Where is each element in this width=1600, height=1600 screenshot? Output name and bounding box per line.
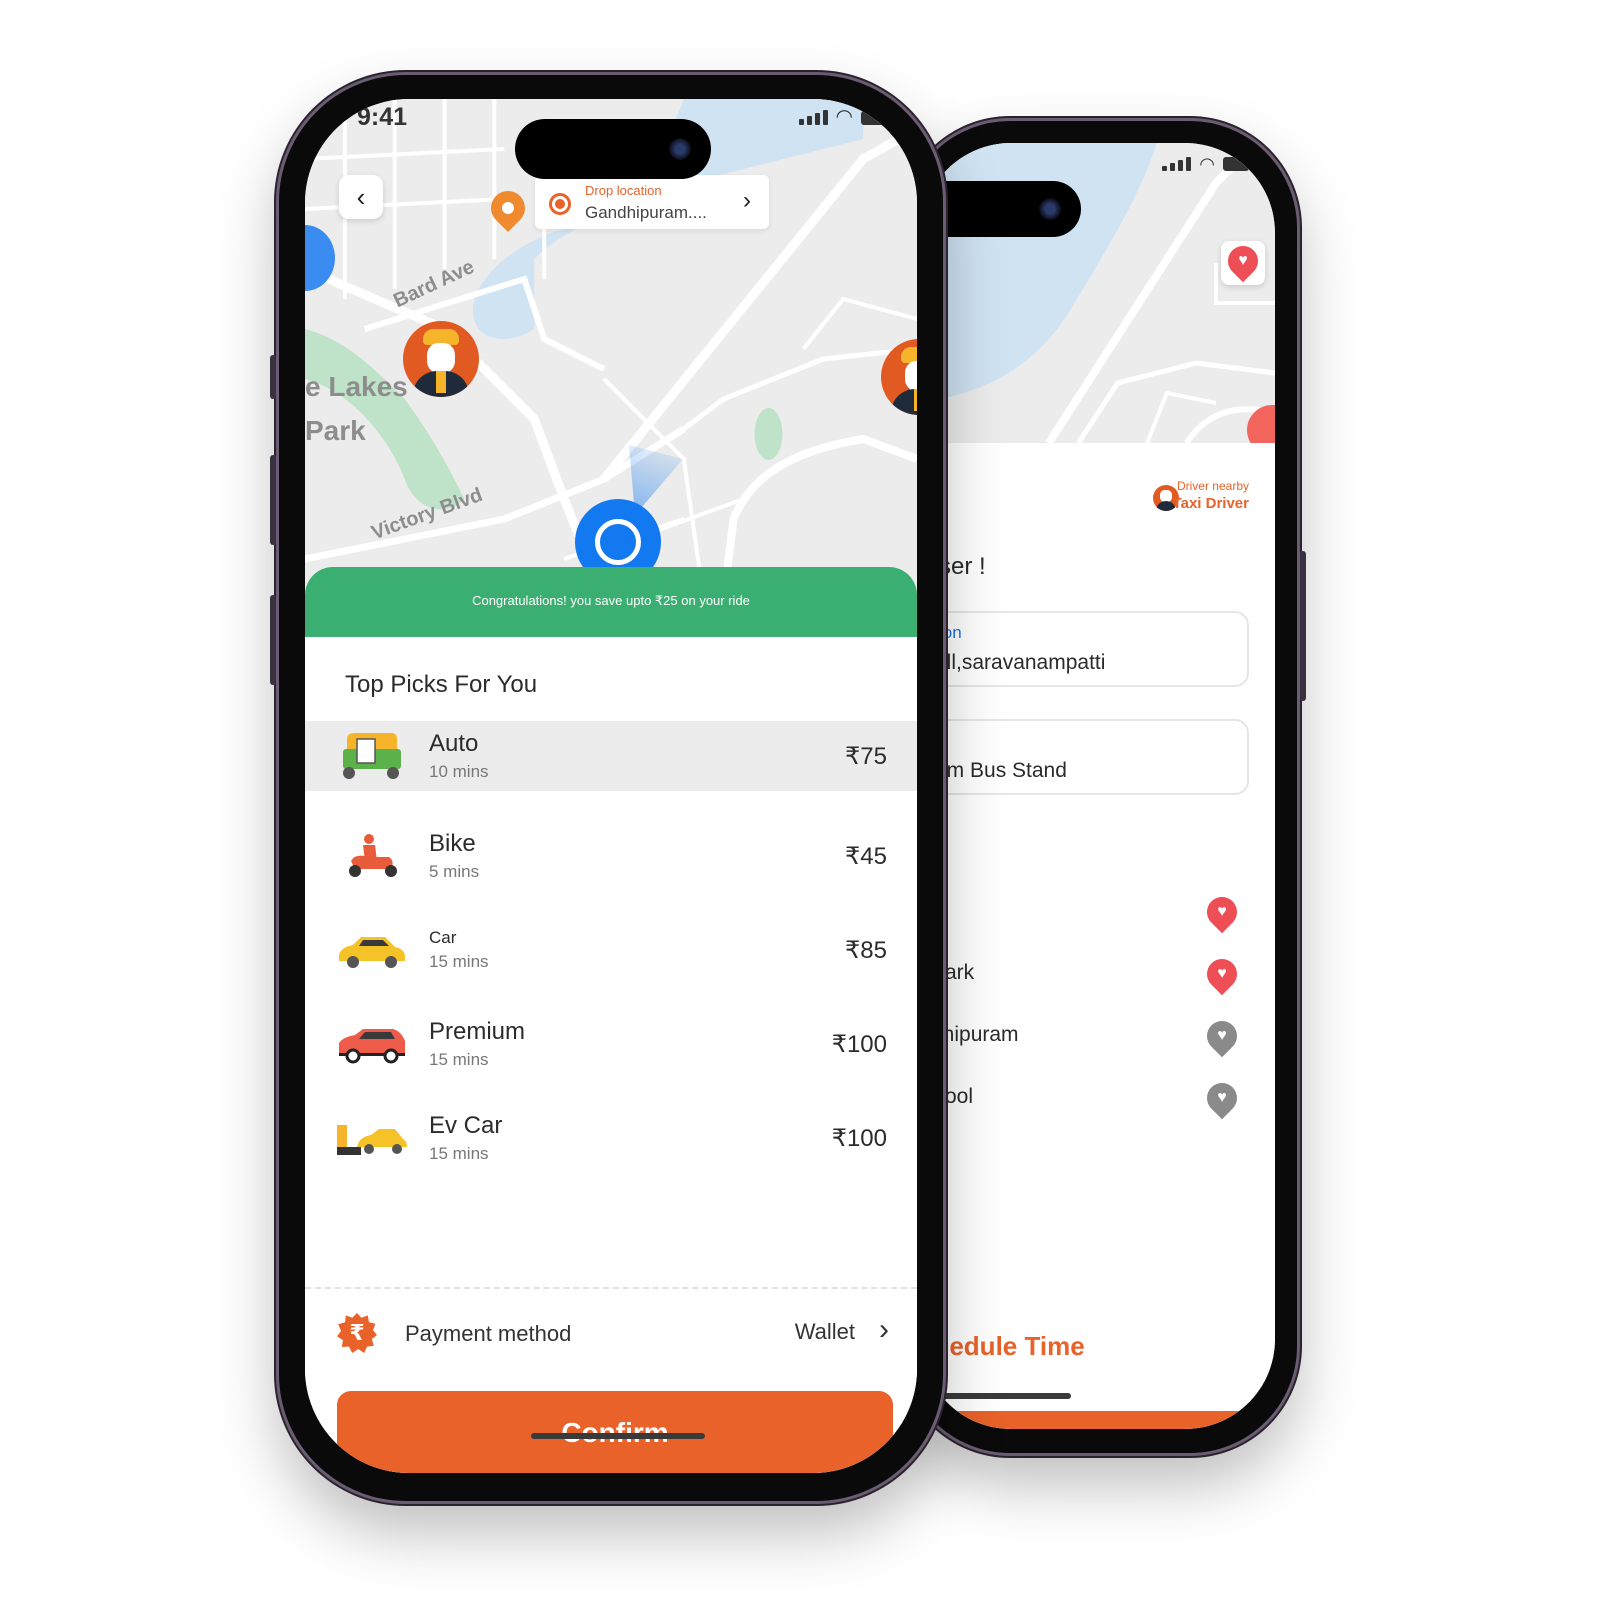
favorite-place-item[interactable] <box>921 883 1275 945</box>
ride-price: ₹75 <box>845 742 887 770</box>
drop-location-value: Gandhipuram.... <box>585 203 707 222</box>
drop-location-card[interactable]: Drop location Gandhipuram.... › <box>535 175 769 229</box>
ride-name: Ev Car <box>429 1112 503 1139</box>
ride-name: Car <box>429 928 457 947</box>
ride-eta: 5 mins <box>429 862 480 881</box>
promo-banner: Congratulations! you save upto ₹25 on yo… <box>305 567 917 637</box>
payment-method-row[interactable]: ₹ Payment method Wallet › <box>305 1301 917 1371</box>
volume-down-button <box>270 595 276 685</box>
payment-method-value: Wallet <box>794 1319 855 1344</box>
favorite-heart-icon[interactable] <box>1200 952 1244 996</box>
front-phone: Bard Ave Victory Blvd e Lakes Park 9:41 … <box>270 72 946 1504</box>
wifi-icon: ◠ <box>835 106 853 128</box>
action-button <box>270 355 276 399</box>
pickup-value: all,saravanampatti <box>935 651 1106 674</box>
ride-option-premium[interactable]: Premium 15 mins ₹100 <box>305 997 917 1091</box>
ride-eta: 15 mins <box>429 1144 489 1163</box>
confirm-button[interactable]: Confirm <box>337 1391 893 1473</box>
favorite-place-item[interactable]: dhipuram <box>921 1007 1275 1069</box>
ride-list: Auto 10 mins ₹75 Bike 5 mins ₹45 Car 15 … <box>305 721 917 1185</box>
ride-option-car[interactable]: Car 15 mins ₹85 <box>305 903 917 997</box>
home-indicator <box>531 1433 705 1439</box>
battery-icon <box>861 111 887 125</box>
favorite-place-item[interactable]: Park <box>921 945 1275 1007</box>
driver-nearby: Driver nearby Taxi Driver <box>1173 479 1249 512</box>
back-button[interactable]: ‹ <box>339 175 383 219</box>
power-button <box>1300 551 1306 701</box>
drop-location-field[interactable]: n am Bus Stand <box>921 719 1249 795</box>
ev-car-icon <box>337 1125 407 1155</box>
booking-panel: Driver nearby Taxi Driver ser ! ion all,… <box>921 443 1275 1429</box>
confirm-button[interactable]: Confirm <box>921 1411 1253 1429</box>
wifi-icon: ◠ <box>1199 154 1215 174</box>
signal-icon <box>798 110 828 125</box>
heart-pin-icon <box>1221 239 1265 283</box>
battery-icon <box>1223 157 1249 171</box>
ride-options-sheet: Top Picks For You Auto 10 mins ₹75 Bike … <box>305 637 917 1473</box>
ride-eta: 10 mins <box>429 762 489 781</box>
dynamic-island <box>515 119 711 179</box>
volume-up-button <box>270 455 276 545</box>
ride-eta: 15 mins <box>429 1050 489 1069</box>
driver-nearby-value: Taxi Driver <box>1172 495 1249 512</box>
target-icon <box>549 193 571 215</box>
favorite-place-item[interactable]: Pool <box>921 1069 1275 1131</box>
back-phone: ◠ Driver nearby Taxi Driver ser ! ion al… <box>900 118 1306 1456</box>
ride-eta: 15 mins <box>429 952 489 971</box>
ride-price: ₹85 <box>845 936 887 964</box>
sheet-title: Top Picks For You <box>345 671 538 698</box>
back-phone-screen: ◠ Driver nearby Taxi Driver ser ! ion al… <box>921 143 1275 1429</box>
favorite-heart-icon[interactable] <box>1200 890 1244 934</box>
driver-nearby-label: Driver nearby <box>1176 479 1249 493</box>
auto-rickshaw-icon <box>343 733 401 779</box>
ride-name: Premium <box>429 1018 526 1045</box>
ride-option-bike[interactable]: Bike 5 mins ₹45 <box>305 809 917 903</box>
ride-price: ₹45 <box>845 842 887 870</box>
taxi-car-icon <box>339 937 405 968</box>
favorite-heart-icon[interactable] <box>1200 1014 1244 1058</box>
ride-option-ev-car[interactable]: Ev Car 15 mins ₹100 <box>305 1091 917 1185</box>
chevron-left-icon: ‹ <box>356 181 366 212</box>
chevron-right-icon: › <box>743 187 751 214</box>
ride-price: ₹100 <box>831 1030 887 1058</box>
ride-option-auto[interactable]: Auto 10 mins ₹75 <box>305 721 917 791</box>
camera-icon <box>1039 198 1061 220</box>
map-park-label: Park <box>305 415 366 446</box>
camera-icon <box>669 138 691 160</box>
ride-name: Bike <box>429 830 476 857</box>
scooter-icon <box>349 834 397 877</box>
chevron-right-icon: › <box>879 1313 889 1346</box>
driver-marker[interactable] <box>403 321 479 397</box>
divider <box>305 1287 917 1289</box>
rupee-badge-icon: ₹ <box>337 1313 377 1353</box>
drop-location-label: Drop location <box>585 183 662 198</box>
greeting: ser ! <box>939 553 986 580</box>
map-park-label: e Lakes <box>305 371 408 402</box>
drop-value: am Bus Stand <box>935 759 1067 782</box>
signal-icon <box>1162 157 1192 171</box>
ride-name: Auto <box>429 730 479 757</box>
ride-price: ₹100 <box>831 1124 887 1152</box>
front-phone-screen: Bard Ave Victory Blvd e Lakes Park 9:41 … <box>305 99 917 1473</box>
suv-icon <box>339 1029 405 1064</box>
status-time: 9:41 <box>357 103 408 131</box>
favorite-places-list: Park dhipuram Pool <box>921 883 1275 1131</box>
favorite-location-button[interactable] <box>1221 239 1265 285</box>
favorite-heart-icon[interactable] <box>1200 1076 1244 1120</box>
payment-method-label: Payment method <box>405 1321 572 1346</box>
pickup-location-field[interactable]: ion all,saravanampatti <box>921 611 1249 687</box>
